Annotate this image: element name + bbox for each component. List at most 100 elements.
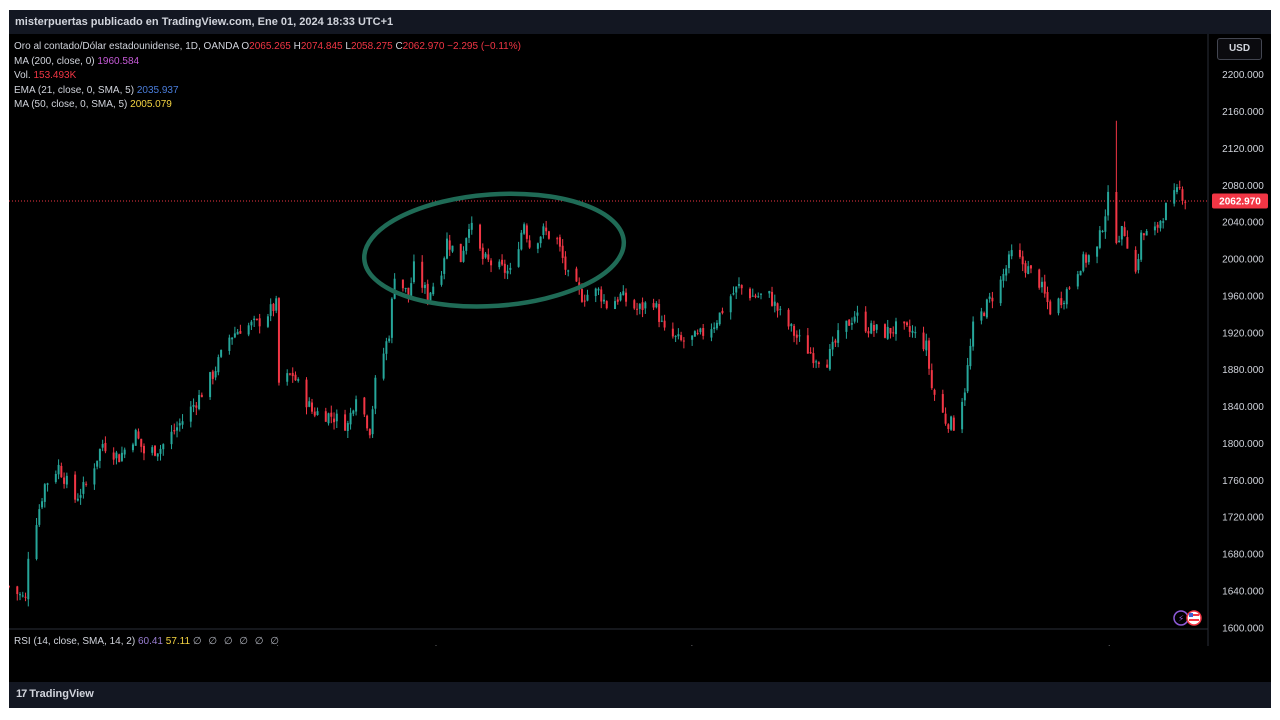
candle-body bbox=[429, 292, 432, 301]
candle-body bbox=[1159, 220, 1162, 229]
candle-body bbox=[1002, 274, 1005, 281]
chart-area[interactable]: 1600.000 1640.000 1680.000 1720.000 1760.000… bbox=[8, 34, 1271, 656]
candle-body bbox=[481, 247, 484, 259]
tradingview-brand[interactable]: 17 TradingView bbox=[16, 688, 94, 700]
legend-symbol-row: Oro al contado/Dólar estadounidense, 1D,… bbox=[14, 40, 521, 55]
rsi-legend[interactable]: RSI (14, close, SMA, 14, 2) 60.41 57.11 … bbox=[14, 636, 281, 647]
candle-body bbox=[503, 263, 506, 273]
candle-body bbox=[198, 394, 201, 410]
y-tick-label: 1920.000 bbox=[1222, 328, 1264, 339]
candle-body bbox=[815, 361, 818, 363]
candle-body bbox=[1145, 230, 1148, 236]
candle-body bbox=[1120, 225, 1123, 240]
currency-button[interactable]: USD bbox=[1217, 38, 1262, 60]
x-tick-label: Nov bbox=[1017, 645, 1035, 646]
candle-body bbox=[330, 412, 333, 417]
candle-body bbox=[856, 312, 859, 316]
candle-body bbox=[787, 309, 790, 327]
candle-body bbox=[258, 318, 261, 327]
candle-body bbox=[35, 525, 38, 560]
us-flag-stripe bbox=[1189, 619, 1199, 621]
candle-body bbox=[316, 411, 319, 416]
x-tick-label: Mayo bbox=[506, 645, 531, 646]
candle-body bbox=[790, 324, 793, 327]
candle-body bbox=[421, 261, 424, 288]
candle-body bbox=[1063, 302, 1066, 304]
candle-body bbox=[200, 394, 203, 398]
candle-body bbox=[294, 374, 297, 381]
rsi-label: RSI (14, close, SMA, 14, 2) bbox=[14, 636, 136, 647]
candle-body bbox=[1134, 249, 1137, 272]
tradingview-logo-icon: 17 bbox=[16, 688, 27, 700]
candle-body bbox=[432, 286, 435, 295]
price-chart[interactable]: 1600.000 1640.000 1680.000 1720.000 1760.000… bbox=[8, 34, 1271, 656]
candle-body bbox=[390, 298, 393, 338]
candle-body bbox=[583, 300, 586, 302]
y-tick-label: 2200.000 bbox=[1222, 70, 1264, 81]
candle-body bbox=[999, 279, 1002, 304]
ma200-value: 1960.584 bbox=[97, 55, 140, 67]
candle-body bbox=[324, 411, 327, 422]
candle-body bbox=[363, 397, 366, 415]
candle-body bbox=[911, 330, 914, 333]
candle-body bbox=[547, 231, 550, 239]
candle-body bbox=[151, 447, 154, 453]
close-value: 2062.970 bbox=[402, 41, 445, 52]
candle-body bbox=[809, 352, 812, 354]
candle-body bbox=[619, 293, 622, 301]
candle-body bbox=[255, 318, 258, 320]
candle-body bbox=[523, 224, 526, 234]
candle-body bbox=[517, 249, 520, 267]
candle-body bbox=[748, 288, 751, 299]
x-tick-label: Ago bbox=[763, 645, 781, 646]
candle-body bbox=[1029, 265, 1032, 269]
candle-body bbox=[1173, 190, 1176, 204]
candle-body bbox=[806, 335, 809, 354]
candle-body bbox=[266, 316, 269, 327]
candle-body bbox=[189, 406, 192, 422]
ema21-row[interactable]: EMA (21, close, 0, SMA, 5) 2035.937 bbox=[14, 84, 521, 99]
volume-row[interactable]: Vol. 153.493K bbox=[14, 69, 521, 84]
candle-body bbox=[658, 303, 661, 322]
candle-body bbox=[1162, 221, 1165, 223]
candle-body bbox=[963, 392, 966, 401]
candle-body bbox=[74, 474, 77, 500]
candle-body bbox=[1164, 203, 1167, 221]
candle-body bbox=[671, 328, 674, 337]
candle-body bbox=[1060, 298, 1063, 306]
ma200-row[interactable]: MA (200, close, 0) 1960.584 bbox=[14, 55, 521, 70]
candle-body bbox=[941, 394, 944, 413]
y-tick-label: 1680.000 bbox=[1222, 550, 1264, 561]
candle-body bbox=[288, 373, 291, 375]
candle-body bbox=[1184, 201, 1187, 203]
close-label: C bbox=[395, 41, 403, 52]
candle-body bbox=[693, 331, 696, 337]
candle-body bbox=[718, 312, 721, 325]
y-tick-label: 2040.000 bbox=[1222, 218, 1264, 229]
x-tick-label: Jun bbox=[596, 645, 612, 646]
candle-body bbox=[908, 326, 911, 332]
candle-body bbox=[641, 302, 644, 310]
footer-bar: 17 TradingView bbox=[9, 682, 1271, 708]
candle-body bbox=[776, 303, 779, 311]
ma50-row[interactable]: MA (50, close, 0, SMA, 5) 2005.079 bbox=[14, 98, 521, 113]
candle-body bbox=[771, 291, 774, 306]
symbol-name[interactable]: Oro al contado/Dólar estadounidense, 1D,… bbox=[14, 41, 239, 52]
candle-body bbox=[575, 268, 578, 282]
candle-body bbox=[545, 227, 548, 232]
candle-body bbox=[487, 254, 490, 260]
candle-body bbox=[928, 340, 931, 369]
candle-body bbox=[1010, 250, 1013, 257]
candle-body bbox=[966, 365, 969, 392]
y-tick-label: 1720.000 bbox=[1222, 513, 1264, 524]
candle-body bbox=[498, 261, 501, 268]
candle-body bbox=[558, 237, 561, 247]
candle-body bbox=[867, 331, 870, 334]
y-tick-label: 1600.000 bbox=[1222, 623, 1264, 634]
candle-body bbox=[305, 379, 308, 408]
candle-body bbox=[972, 321, 975, 347]
candle-body bbox=[1087, 255, 1090, 263]
candle-body bbox=[729, 296, 732, 313]
candle-body bbox=[1126, 237, 1129, 249]
candle-body bbox=[853, 316, 856, 322]
